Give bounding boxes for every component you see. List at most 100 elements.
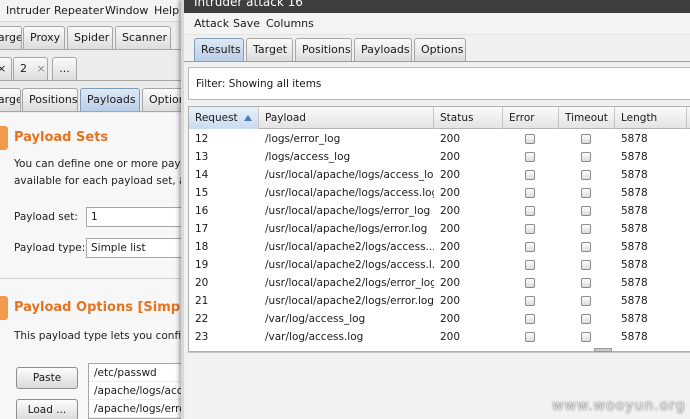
tab-scanner[interactable]: Scanner [115, 26, 171, 49]
close-icon[interactable]: × [37, 62, 46, 75]
menu-save[interactable]: Save [233, 17, 260, 30]
watermark: www.wooyun.org [552, 398, 686, 414]
table-cell-length: 5878 [621, 295, 648, 307]
table-row[interactable]: 20/usr/local/apache2/logs/error_log 200 58… [189, 274, 690, 292]
payload-options-title: Payload Options [Simple [14, 300, 194, 315]
column-header-payload[interactable]: Payload [259, 107, 434, 129]
tab-target[interactable]: Target [246, 38, 293, 61]
table-row[interactable]: 16/usr/local/apache/logs/error_log 200 587… [189, 202, 690, 220]
column-header-error[interactable]: Error [503, 107, 559, 129]
tab-options[interactable]: Options [414, 38, 466, 61]
error-checkbox [525, 224, 535, 234]
timeout-checkbox [581, 206, 591, 216]
payload-sets-desc-1: You can define one or more paylo [14, 158, 190, 170]
table-cell-status: 200 [440, 187, 461, 199]
config-tab-target[interactable]: Target [0, 88, 21, 111]
menu-intruder[interactable]: Intruder [6, 4, 50, 17]
table-row[interactable]: 23/var/log/access.log 200 5878 [189, 328, 690, 346]
table-row[interactable]: 17/usr/local/apache/logs/error.log 200 587… [189, 220, 690, 238]
tab-spider[interactable]: Spider [67, 26, 113, 49]
filter-bar[interactable]: Filter: Showing all items [188, 67, 690, 100]
table-row[interactable]: 21/usr/local/apache2/logs/error.log 200 58… [189, 292, 690, 310]
tab-proxy[interactable]: Proxy [23, 26, 65, 49]
table-cell-status: 200 [440, 259, 461, 271]
column-header-length[interactable]: Length [615, 107, 687, 129]
error-checkbox [525, 170, 535, 180]
attack-tab-close[interactable]: × [0, 57, 12, 80]
table-row[interactable]: 19/usr/local/apache2/logs/access.l... 200… [189, 256, 690, 274]
menu-columns[interactable]: Columns [266, 17, 314, 30]
timeout-checkbox [581, 260, 591, 270]
table-cell-timeout [559, 202, 615, 220]
table-cell-request: 21 [195, 295, 209, 307]
table-cell-request: 16 [195, 205, 209, 217]
tab-payloads[interactable]: Payloads [354, 38, 412, 61]
table-cell-status: 200 [440, 151, 461, 163]
menu-window[interactable]: Window [105, 4, 148, 17]
column-header-status-label: Status [440, 112, 474, 124]
table-cell-status: 200 [440, 313, 461, 325]
split-pane-handle[interactable] [594, 348, 612, 352]
column-header-request[interactable]: Request [189, 107, 259, 129]
table-cell-error [503, 202, 559, 220]
column-header-status[interactable]: Status [434, 107, 503, 129]
table-row[interactable]: 13/logs/access_log 200 5878 [189, 148, 690, 166]
table-cell-request: 20 [195, 277, 209, 289]
table-row[interactable]: 22/var/log/access_log 200 5878 [189, 310, 690, 328]
close-icon[interactable]: × [0, 62, 6, 75]
table-cell-length: 5878 [621, 313, 648, 325]
sort-ascending-icon [244, 115, 252, 121]
menu-attack[interactable]: Attack [194, 17, 229, 30]
tab-results[interactable]: Results [194, 38, 244, 61]
table-cell-error [503, 292, 559, 310]
attack-window-titlebar[interactable]: Intruder attack 16 [184, 0, 690, 13]
error-checkbox [525, 332, 535, 342]
table-row[interactable]: 18/usr/local/apache2/logs/access... 200 58… [189, 238, 690, 256]
table-cell-length: 5878 [621, 277, 648, 289]
table-cell-status: 200 [440, 133, 461, 145]
help-icon[interactable] [0, 126, 8, 150]
error-checkbox [525, 152, 535, 162]
table-cell-error [503, 220, 559, 238]
list-item[interactable]: /etc/passwd [89, 364, 185, 382]
tab-scanner-label: Scanner [122, 31, 168, 44]
table-row[interactable]: 14/usr/local/apache/logs/access_log 200 58… [189, 166, 690, 184]
table-cell-length: 5878 [621, 259, 648, 271]
table-cell-length: 5878 [621, 331, 648, 343]
table-cell-length: 5878 [621, 133, 648, 145]
load-button[interactable]: Load ... [16, 399, 78, 419]
table-cell-request: 18 [195, 241, 209, 253]
menu-repeater[interactable]: Repeater [54, 4, 104, 17]
config-tab-positions[interactable]: Positions [22, 88, 78, 111]
results-table[interactable]: Request Payload Status Error Timeout Len… [188, 106, 690, 352]
column-header-timeout[interactable]: Timeout [559, 107, 615, 129]
table-cell-error [503, 256, 559, 274]
tab-target[interactable]: Target [0, 26, 22, 49]
timeout-checkbox [581, 152, 591, 162]
table-row[interactable]: 12/logs/error_log 200 5878 [189, 130, 690, 148]
table-cell-payload: /var/log/access_log [265, 313, 366, 325]
table-cell-timeout [559, 310, 615, 328]
tab-positions[interactable]: Positions [295, 38, 352, 61]
config-tabs: Target Positions Payloads Options [0, 88, 186, 111]
table-row[interactable]: 15/usr/local/apache/logs/access.log 200 58… [189, 184, 690, 202]
paste-button[interactable]: Paste [16, 367, 78, 389]
payload-type-select[interactable]: Simple list [86, 238, 186, 258]
list-item[interactable]: /apache/logs/acc [89, 382, 185, 400]
attack-tab-2[interactable]: 2 × [13, 57, 48, 80]
list-item[interactable]: /apache/logs/erro [89, 400, 185, 418]
table-cell-payload: /logs/error_log [265, 133, 341, 145]
help-icon[interactable] [0, 296, 8, 320]
table-cell-timeout [559, 328, 615, 346]
column-header-length-label: Length [621, 112, 658, 124]
table-cell-timeout [559, 238, 615, 256]
attack-tab-more[interactable]: ... [52, 57, 77, 80]
tab-spider-label: Spider [74, 31, 110, 44]
table-cell-payload: /usr/local/apache/logs/access_log [265, 169, 434, 181]
payload-list[interactable]: /etc/passwd /apache/logs/acc /apache/log… [88, 363, 186, 419]
payload-options-desc: This payload type lets you configu [14, 330, 195, 342]
payload-set-select[interactable]: 1 [86, 207, 186, 227]
config-tab-payloads[interactable]: Payloads [80, 88, 140, 111]
menu-help[interactable]: Help [154, 4, 179, 17]
config-tab-options[interactable]: Options [142, 88, 186, 111]
